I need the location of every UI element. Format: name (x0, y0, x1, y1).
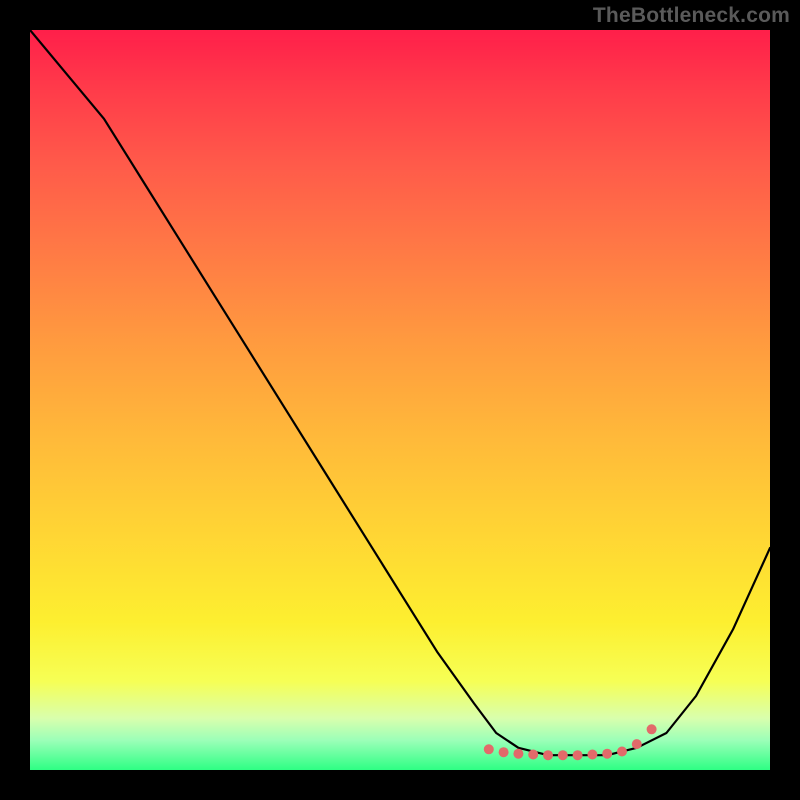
trough-dot (558, 750, 568, 760)
chart-frame: TheBottleneck.com (0, 0, 800, 800)
trough-dot (617, 747, 627, 757)
trough-dot (647, 724, 657, 734)
trough-dot (602, 749, 612, 759)
trough-dot (543, 750, 553, 760)
trough-dot (587, 750, 597, 760)
trough-dot (484, 744, 494, 754)
plot-area (30, 30, 770, 770)
trough-dot (499, 747, 509, 757)
trough-dot (528, 750, 538, 760)
trough-dot (573, 750, 583, 760)
trough-dot (632, 739, 642, 749)
trough-dot (513, 749, 523, 759)
curve-line (30, 30, 770, 755)
chart-svg (30, 30, 770, 770)
watermark-text: TheBottleneck.com (593, 4, 790, 28)
